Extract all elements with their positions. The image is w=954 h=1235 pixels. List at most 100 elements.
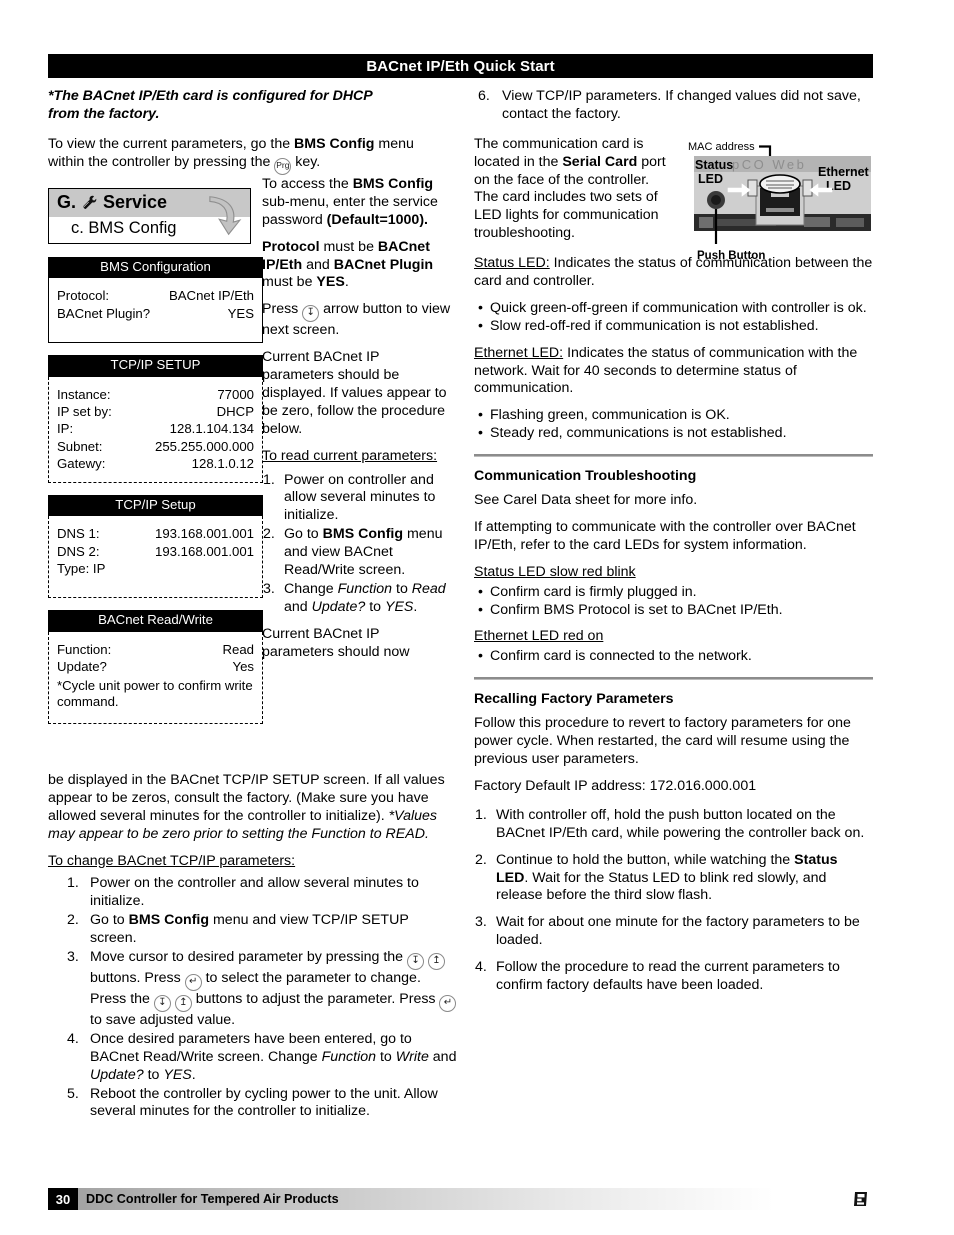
left-column: *The BACnet IP/Eth card is configured fo… <box>48 88 414 736</box>
list-item: Reboot the controller by cycling power t… <box>67 1085 438 1120</box>
lcd-row: IP: 128.1.104.134 <box>57 420 254 437</box>
list-item: Go to BMS Config menu and view BACnet Re… <box>263 526 443 579</box>
lcd-row-value: 255.255.000.000 <box>154 438 254 454</box>
curved-arrow-icon <box>204 193 242 238</box>
lcd-title: TCP/IP SETUP <box>48 355 263 377</box>
status-led-label-line2: LED <box>698 172 723 186</box>
list-item: Power on controller and allow several mi… <box>263 471 436 524</box>
prg-key-icon: Prg <box>274 157 292 175</box>
lcd-row: Gatewy: 128.1.0.12 <box>57 455 254 472</box>
document-page: BACnet IP/Eth Quick Start *The BACnet IP… <box>0 0 954 1235</box>
list-item: Confirm card is connected to the network… <box>474 648 873 666</box>
lcd-row-key: DNS 1: <box>57 526 100 542</box>
lcd-row-key: Instance: <box>57 386 111 402</box>
lcd-row: Update? Yes <box>57 658 254 675</box>
list-item: Continue to hold the button, while watch… <box>475 851 838 904</box>
lcd-row-key: IP set by: <box>57 403 112 419</box>
view-parameters-paragraph: To view the current parameters, go the B… <box>48 136 430 175</box>
status-led-label-line1: Status <box>695 158 733 172</box>
lcd-row-value: Yes <box>232 659 254 675</box>
lcd-row-key: Update? <box>57 659 107 675</box>
list-item: Flashing green, communication is OK. <box>474 407 873 425</box>
card-brand-text: pCO Web <box>732 157 806 172</box>
status-led-bullets: Quick green-off-green if communication w… <box>474 300 873 336</box>
read-current-params-heading: To read current parameters: <box>262 447 438 464</box>
lcd-row: DNS 2: 193.168.001.001 <box>57 543 254 560</box>
mac-address-sticker <box>759 174 801 194</box>
lcd-body: Protocol: BACnet IP/Eth BACnet Plugin? Y… <box>48 278 263 344</box>
lcd-row-key: Gatewy: <box>57 456 106 472</box>
mac-address-label: MAC address <box>688 141 755 153</box>
enter-key-icon: ↵ <box>439 995 457 1013</box>
down-arrow-key-icon: ↧ <box>407 953 425 971</box>
up-arrow-key-icon: ↥ <box>427 953 445 971</box>
change-params-step-list: Power on the controller and allow severa… <box>66 875 458 1121</box>
step-6-number: 6. <box>478 88 490 104</box>
read-params-step-list: Power on controller and allow several mi… <box>262 472 452 617</box>
step-6-item: 6. View TCP/IP parameters. If changed va… <box>474 88 873 124</box>
up-arrow-key-icon: ↥ <box>174 995 192 1013</box>
change-params-heading: To change BACnet TCP/IP parameters: <box>48 852 296 869</box>
ethernet-led-label-line1: Ethernet <box>818 165 870 179</box>
lcd-title: BACnet Read/Write <box>48 610 263 632</box>
current-params-now-lead: Current BACnet IP parameters should now <box>262 625 410 660</box>
troubleshooting-sub2-bullets: Confirm card is connected to the network… <box>474 648 873 666</box>
lcd-row: Protocol: BACnet IP/Eth <box>57 287 254 304</box>
lcd-bms-configuration: BMS Configuration Protocol: BACnet IP/Et… <box>48 256 263 344</box>
lcd-row-value: YES <box>227 305 254 321</box>
lcd-row-value: BACnet IP/Eth <box>168 288 254 304</box>
factory-dhcp-note: *The BACnet IP/Eth card is configured fo… <box>48 88 373 122</box>
list-item: Go to BMS Config menu and view TCP/IP SE… <box>67 912 409 947</box>
troubleshooting-p2: If attempting to communicate with the co… <box>474 519 856 553</box>
list-item: Quick green-off-green if communication w… <box>474 300 873 318</box>
recalling-step-list: With controller off, hold the push butto… <box>474 807 873 995</box>
lcd-row: DNS 1: 193.168.001.001 <box>57 525 254 542</box>
section-divider <box>474 454 873 458</box>
lcd-row: Subnet: 255.255.000.000 <box>57 438 254 455</box>
list-item: Confirm BMS Protocol is set to BACnet IP… <box>474 602 873 620</box>
protocol-requirement-paragraph: Protocol must be BACnet IP/Eth and BACne… <box>262 238 434 291</box>
lcd-row-key: Subnet: <box>57 438 103 454</box>
lcd-row-key: BACnet Plugin? <box>57 305 151 321</box>
press-arrow-paragraph: Press ↧ arrow button to view next screen… <box>262 301 451 339</box>
lcd-row-value: 128.1.0.12 <box>191 456 254 472</box>
access-bms-config-paragraph: To access the BMS Config sub-menu, enter… <box>262 176 438 228</box>
lcd-row: Type: IP <box>57 560 254 577</box>
recalling-p1: Follow this procedure to revert to facto… <box>474 715 851 768</box>
lcd-row-key: IP: <box>57 421 74 437</box>
recalling-p2: Factory Default IP address: 172.016.000.… <box>474 777 757 794</box>
current-params-paragraph: Current BACnet IP parameters should be d… <box>262 349 447 437</box>
list-item: Confirm card is firmly plugged in. <box>474 584 873 602</box>
troubleshooting-sub1-bullets: Confirm card is firmly plugged in. Confi… <box>474 584 873 620</box>
middle-column: To access the BMS Config sub-menu, enter… <box>262 176 452 661</box>
wrench-icon <box>81 194 98 211</box>
communication-card-paragraph: The communication card is located in the… <box>474 135 666 242</box>
troubleshooting-p1: See Carel Data sheet for more info. <box>474 492 698 509</box>
lcd-body: Function: Read Update? Yes *Cycle unit p… <box>48 631 263 724</box>
list-item: Change Function to Read and Update? to Y… <box>263 580 446 615</box>
list-item: With controller off, hold the push butto… <box>475 806 865 841</box>
full-width-left-block: be displayed in the BACnet TCP/IP SETUP … <box>48 772 458 1130</box>
list-item: Wait for about one minute for the factor… <box>475 914 860 949</box>
down-arrow-key-icon: ↧ <box>302 305 320 323</box>
troubleshooting-heading: Communication Troubleshooting <box>474 468 697 485</box>
lcd-row: BACnet Plugin? YES <box>57 305 254 322</box>
troubleshooting-sub1: Status LED slow red blink <box>474 563 636 580</box>
company-logo <box>851 1189 871 1209</box>
down-arrow-key-icon: ↧ <box>153 995 171 1013</box>
lcd-row: IP set by: DHCP <box>57 403 254 420</box>
service-letter: G. <box>57 191 77 212</box>
status-led-slot <box>747 179 758 197</box>
lcd-row-key: Function: <box>57 641 112 657</box>
enter-key-icon: ↵ <box>184 974 202 992</box>
footer-title: DDC Controller for Tempered Air Products <box>86 1192 339 1206</box>
lcd-bacnet-read-write: BACnet Read/Write Function: Read Update?… <box>48 610 263 724</box>
lcd-row-value: 193.168.001.001 <box>154 543 254 559</box>
lcd-body: DNS 1: 193.168.001.001 DNS 2: 193.168.00… <box>48 516 263 599</box>
ethernet-led-term: Ethernet LED: <box>474 344 564 361</box>
service-menu-screen: G. Service c. BMS Config <box>48 187 251 244</box>
lcd-row: Instance: 77000 <box>57 386 254 403</box>
page-header-bar: BACnet IP/Eth Quick Start <box>48 54 873 78</box>
page-title: BACnet IP/Eth Quick Start <box>366 57 555 75</box>
page-number-badge: 30 <box>48 1188 78 1210</box>
